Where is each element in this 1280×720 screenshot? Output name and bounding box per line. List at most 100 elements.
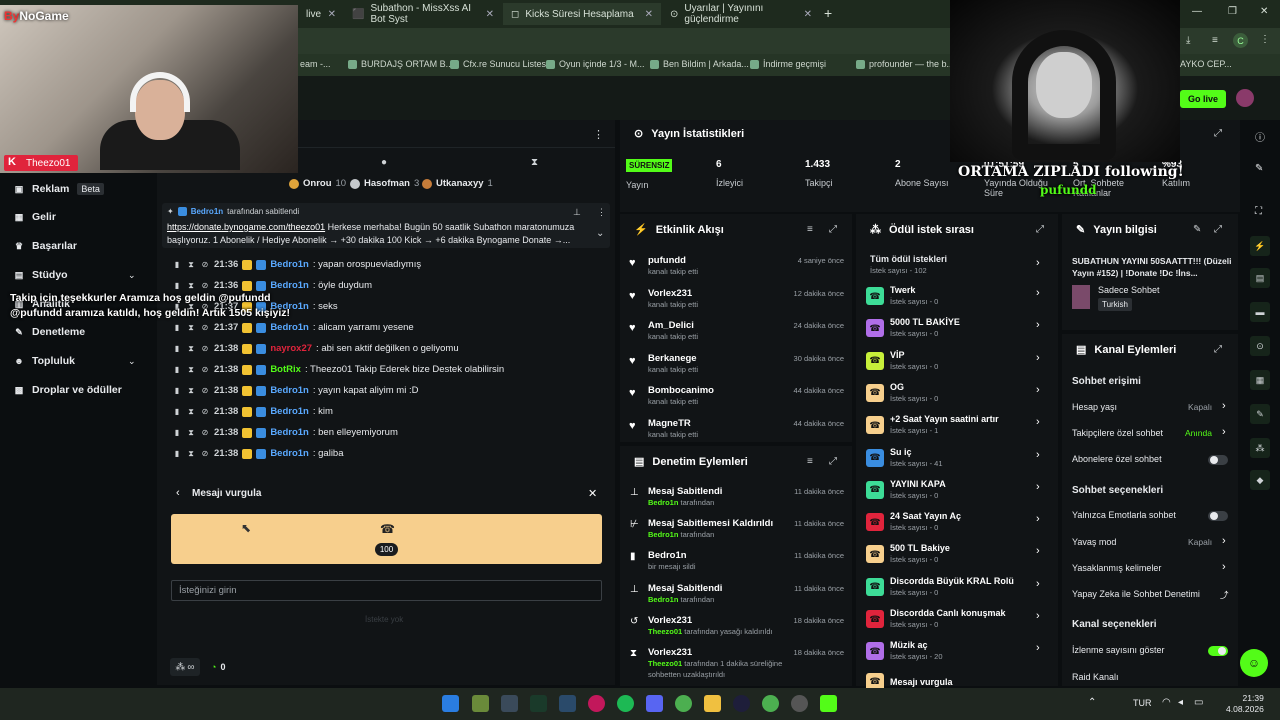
- message-user[interactable]: Bedro1n: [270, 448, 309, 459]
- language-indicator[interactable]: TUR: [1133, 698, 1152, 708]
- popout-icon[interactable]: ⤢: [829, 456, 837, 467]
- timeout-icon[interactable]: ⧗: [186, 365, 196, 375]
- reward-item[interactable]: ☎ Discordda Canlı konuşmak İstek sayısı - …: [866, 608, 1006, 630]
- wifi-icon[interactable]: ◠: [1162, 697, 1171, 708]
- bookmark[interactable]: İndirme geçmişi: [750, 59, 826, 69]
- chevron-right-icon[interactable]: ›: [1222, 535, 1226, 547]
- timeout-icon[interactable]: ⧗: [186, 323, 196, 333]
- delete-icon[interactable]: ▮: [172, 260, 182, 269]
- chevron-right-icon[interactable]: ›: [1036, 642, 1040, 654]
- chevron-right-icon[interactable]: ›: [1036, 545, 1040, 557]
- steam-icon[interactable]: [559, 695, 576, 712]
- message-user[interactable]: Bedro1n: [270, 406, 309, 417]
- delete-icon[interactable]: ▮: [172, 386, 182, 395]
- popout-icon[interactable]: ⤢: [1036, 224, 1044, 235]
- close-icon[interactable]: ✕: [645, 9, 653, 20]
- browser-tab[interactable]: ⬛ Subathon - MissXss AI Bot Syst ✕: [344, 3, 502, 25]
- send-button[interactable]: İstekte yok: [365, 615, 403, 624]
- tray-chevron-icon[interactable]: ⌃: [1088, 697, 1096, 708]
- reward-item[interactable]: ☎ +2 Saat Yayın saatini artır İstek sayısı…: [866, 414, 999, 436]
- ban-icon[interactable]: ⊘: [200, 260, 210, 269]
- chevron-right-icon[interactable]: ›: [1036, 257, 1040, 269]
- reward-item[interactable]: ☎ Discordda Büyük KRAL Rolü İstek sayısı -…: [866, 576, 1014, 598]
- ban-icon[interactable]: ⊘: [200, 344, 210, 353]
- activity-item[interactable]: Bombocanimo kanalı takip etti: [648, 385, 714, 407]
- spotify-icon[interactable]: [617, 695, 634, 712]
- message-user[interactable]: Bedro1n: [270, 280, 309, 291]
- minimize-icon[interactable]: —: [1192, 6, 1202, 17]
- sidebar-item-denetleme[interactable]: ✎ Denetleme: [14, 326, 85, 338]
- bookmark[interactable]: Oyun içinde 1/3 - M...: [546, 59, 645, 69]
- browser-tab-active[interactable]: ◻ Kicks Süresi Hesaplama ✕: [503, 3, 661, 25]
- close-icon[interactable]: ✕: [328, 9, 336, 20]
- app-icon[interactable]: [501, 695, 518, 712]
- option-banned-words[interactable]: Yasaklanmış kelimeler: [1072, 563, 1161, 573]
- timeout-icon[interactable]: ⧗: [186, 344, 196, 354]
- delete-icon[interactable]: ▮: [172, 407, 182, 416]
- rail-drops-icon[interactable]: ◆: [1250, 470, 1270, 490]
- option-followers-only[interactable]: Takipçilere özel sohbet: [1072, 428, 1163, 438]
- chevron-right-icon[interactable]: ›: [1036, 319, 1040, 331]
- popout-icon[interactable]: ⤢: [1214, 344, 1222, 355]
- start-icon[interactable]: [442, 695, 459, 712]
- option-account-age[interactable]: Hesap yaşı: [1072, 402, 1117, 412]
- ban-icon[interactable]: ⊘: [200, 449, 210, 458]
- volume-icon[interactable]: ◂: [1178, 697, 1183, 708]
- bookmark[interactable]: Cfx.re Sunucu Listesi: [450, 59, 548, 69]
- new-tab-button[interactable]: +: [824, 5, 832, 21]
- battery-icon[interactable]: ▭: [1194, 697, 1203, 708]
- folder-icon[interactable]: [704, 695, 721, 712]
- timeout-icon[interactable]: ⧗: [186, 260, 196, 270]
- edit-icon[interactable]: ✎: [1255, 163, 1263, 174]
- ban-icon[interactable]: ⊘: [200, 428, 210, 437]
- app-icon[interactable]: [472, 695, 489, 712]
- timeout-icon[interactable]: ⧗: [186, 407, 196, 417]
- reward-item[interactable]: ☎ OG İstek sayısı - 0: [866, 382, 938, 404]
- chrome-icon[interactable]: [675, 695, 692, 712]
- app-icon[interactable]: [733, 695, 750, 712]
- activity-item[interactable]: pufundd kanalı takip etti: [648, 255, 698, 277]
- chrome-icon[interactable]: [762, 695, 779, 712]
- chevron-right-icon[interactable]: ›: [1036, 513, 1040, 525]
- bookmark[interactable]: AYKO CEP...: [1180, 59, 1232, 69]
- discord-icon[interactable]: [646, 695, 663, 712]
- media-icon[interactable]: [588, 695, 605, 712]
- chevron-down-icon[interactable]: ⌄: [596, 228, 604, 239]
- chevron-down-icon[interactable]: ⌄: [128, 356, 136, 367]
- option-viewer-count[interactable]: İzlenme sayısını göster: [1072, 645, 1165, 655]
- filter-icon[interactable]: ≡: [807, 456, 813, 467]
- ban-icon[interactable]: ⊘: [200, 281, 210, 290]
- chat-bubble-icon[interactable]: ●: [381, 157, 387, 168]
- timeout-icon[interactable]: ⧗: [186, 281, 196, 291]
- chevron-right-icon[interactable]: ›: [1036, 481, 1040, 493]
- delete-icon[interactable]: ▮: [172, 344, 182, 353]
- delete-icon[interactable]: ▮: [172, 281, 182, 290]
- user-avatar[interactable]: [1236, 89, 1254, 107]
- pin-icon[interactable]: ⊥: [573, 207, 581, 218]
- profile-avatar[interactable]: C: [1233, 33, 1248, 48]
- activity-item[interactable]: Berkanege kanalı takip etti: [648, 353, 698, 375]
- option-subs-only[interactable]: Abonelere özel sohbet: [1072, 454, 1162, 464]
- back-icon[interactable]: ‹: [176, 487, 180, 499]
- request-input[interactable]: İsteğinizi girin: [171, 580, 602, 601]
- delete-icon[interactable]: ▮: [172, 323, 182, 332]
- message-user[interactable]: Bedro1n: [270, 322, 309, 333]
- close-icon[interactable]: ✕: [486, 9, 494, 20]
- chevron-right-icon[interactable]: ›: [1036, 449, 1040, 461]
- message-user[interactable]: Bedro1n: [270, 385, 309, 396]
- reward-item[interactable]: ☎ 500 TL Bakiye İstek sayısı - 0: [866, 543, 950, 565]
- bookmark[interactable]: eam -...: [300, 59, 331, 69]
- timeout-icon[interactable]: ⧗: [186, 386, 196, 396]
- delete-icon[interactable]: ▮: [172, 365, 182, 374]
- ban-icon[interactable]: ⊘: [200, 323, 210, 332]
- chevron-right-icon[interactable]: ›: [1222, 400, 1226, 412]
- close-window-icon[interactable]: ✕: [1260, 6, 1268, 17]
- chevron-right-icon[interactable]: ›: [1222, 426, 1226, 438]
- close-icon[interactable]: ✕: [804, 9, 812, 20]
- activity-item[interactable]: Am_Delici kanalı takip etti: [648, 320, 698, 342]
- app-icon[interactable]: [791, 695, 808, 712]
- chevron-right-icon[interactable]: ›: [1222, 561, 1226, 573]
- go-live-button[interactable]: Go live: [1180, 90, 1226, 108]
- clock[interactable]: 21:39 4.08.2026: [1226, 693, 1264, 715]
- info-icon[interactable]: ⓘ: [1255, 129, 1265, 144]
